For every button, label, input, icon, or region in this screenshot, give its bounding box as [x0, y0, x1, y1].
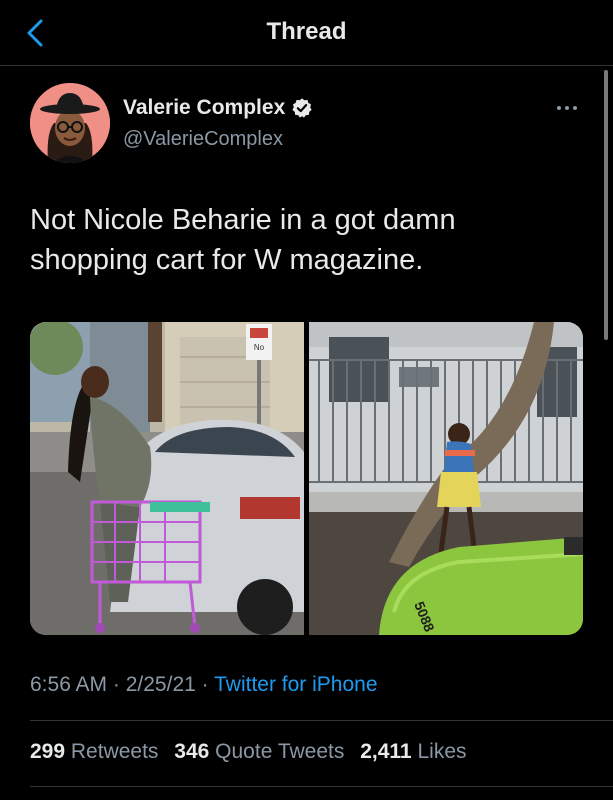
verified-badge-icon	[292, 98, 312, 118]
more-dot-icon	[557, 106, 561, 110]
more-dot-icon	[565, 106, 569, 110]
tweet-source-link[interactable]: Twitter for iPhone	[214, 673, 377, 696]
user-handle[interactable]: @ValerieComplex	[123, 128, 283, 151]
tweet-time[interactable]: 6:56 AM	[30, 673, 107, 696]
retweets-label: Retweets	[70, 740, 159, 763]
tweet-metadata: 6:56 AM · 2/25/21 · Twitter for iPhone	[30, 673, 378, 697]
meta-separator: ·	[201, 673, 215, 696]
likes-count: 2,411	[360, 740, 412, 763]
divider	[30, 720, 613, 721]
quote-tweets-label: Quote Tweets	[215, 740, 345, 763]
likes-label: Likes	[417, 740, 467, 763]
likes-stat[interactable]: 2,411 Likes	[360, 740, 466, 763]
quote-tweets-count: 346	[174, 740, 210, 763]
retweets-stat[interactable]: 299 Retweets	[30, 740, 164, 763]
more-dot-icon	[573, 106, 577, 110]
divider	[30, 786, 613, 787]
header-bar: Thread	[0, 0, 613, 66]
quote-tweets-stat[interactable]: 346 Quote Tweets	[174, 740, 350, 763]
page-title: Thread	[266, 18, 347, 45]
avatar-illustration	[30, 83, 110, 163]
street-sign-text: No	[254, 343, 265, 352]
display-name[interactable]: Valerie Complex	[123, 96, 313, 120]
photo-left[interactable]: No	[30, 322, 304, 635]
media-grid: No 5088	[30, 322, 583, 635]
tweet-stats: 299 Retweets 346 Quote Tweets 2,411 Like…	[30, 740, 477, 764]
more-options-button[interactable]	[552, 100, 582, 116]
avatar[interactable]	[30, 83, 110, 163]
tweet-date[interactable]: 2/25/21	[126, 673, 196, 696]
tweet-text: Not Nicole Beharie in a got damn shoppin…	[30, 204, 456, 276]
display-name-text: Valerie Complex	[123, 96, 286, 119]
meta-separator: ·	[112, 673, 126, 696]
scrollbar[interactable]	[604, 70, 608, 340]
photo-right[interactable]: 5088	[309, 322, 583, 635]
retweets-count: 299	[30, 740, 66, 763]
